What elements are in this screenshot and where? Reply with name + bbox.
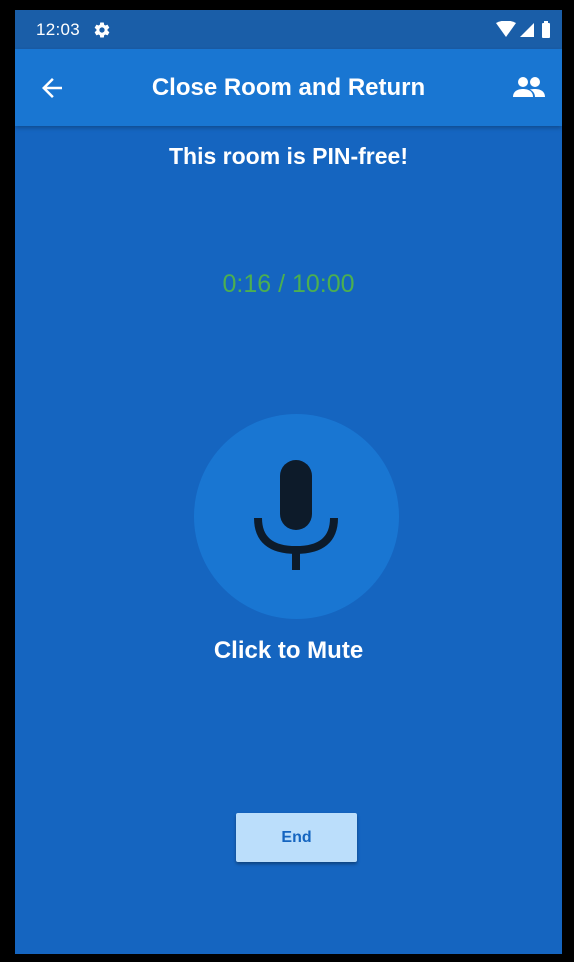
status-icons (496, 21, 550, 38)
end-button[interactable]: End (236, 813, 357, 862)
battery-icon (542, 23, 550, 38)
app-bar: Close Room and Return (15, 49, 562, 126)
arrow-left-icon[interactable] (37, 73, 67, 103)
mute-toggle-button[interactable] (194, 414, 399, 619)
wifi-icon (496, 21, 516, 37)
gear-icon (94, 22, 110, 38)
pin-free-message: This room is PIN-free! (169, 143, 408, 169)
signal-icon (520, 23, 534, 37)
microphone-icon (254, 460, 338, 570)
people-icon[interactable] (512, 75, 546, 101)
status-time: 12:03 (36, 20, 81, 39)
device-screen: 12:03 Close Room and Return This room is… (15, 10, 562, 954)
page-title: Close Room and Return (151, 74, 426, 101)
call-timer: 0:16 / 10:00 (222, 270, 355, 298)
status-bar: 12:03 (15, 10, 562, 49)
mute-label: Click to Mute (213, 637, 364, 664)
